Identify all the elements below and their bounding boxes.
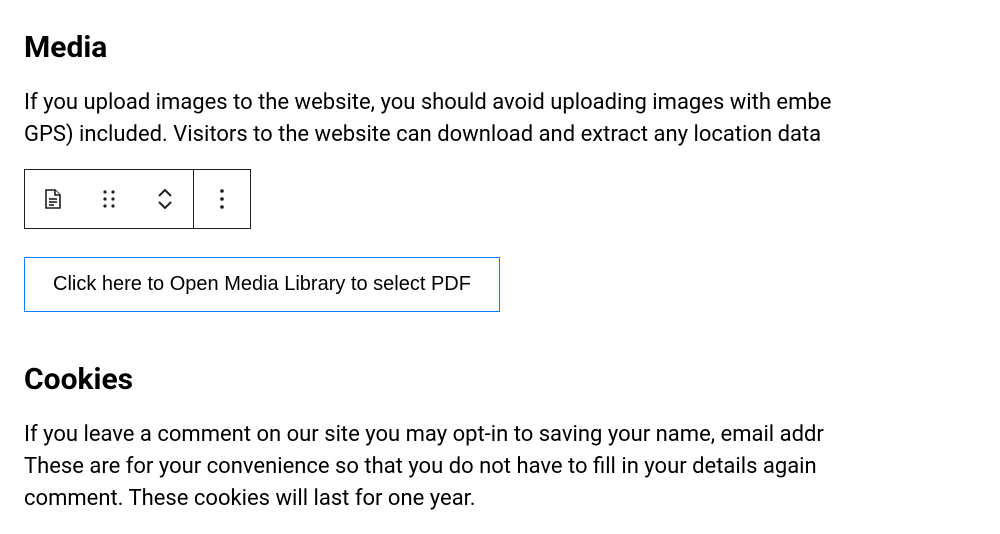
- toolbar-group-more: [193, 170, 250, 228]
- chevron-down-icon: [157, 200, 173, 210]
- open-media-library-button[interactable]: Click here to Open Media Library to sele…: [24, 257, 500, 312]
- media-paragraph: If you upload images to the website, you…: [24, 87, 976, 151]
- move-up-down-button[interactable]: [137, 170, 193, 228]
- cookies-paragraph-line: comment. These cookies will last for one…: [24, 483, 976, 515]
- cookies-paragraph-line: These are for your convenience so that y…: [24, 451, 976, 483]
- block-type-button[interactable]: [25, 170, 81, 228]
- more-options-button[interactable]: [194, 170, 250, 228]
- document-icon: [43, 188, 63, 210]
- toolbar-group-block-controls: [25, 170, 193, 228]
- cookies-paragraph-line: If you leave a comment on our site you m…: [24, 419, 976, 451]
- media-paragraph-line: If you upload images to the website, you…: [24, 87, 976, 119]
- media-paragraph-line: GPS) included. Visitors to the website c…: [24, 119, 976, 151]
- drag-handle-button[interactable]: [81, 170, 137, 228]
- cookies-paragraph: If you leave a comment on our site you m…: [24, 419, 976, 515]
- drag-handle-icon: [102, 189, 116, 209]
- cookies-heading: Cookies: [24, 362, 976, 397]
- chevron-up-icon: [157, 188, 173, 198]
- more-vertical-icon: [219, 188, 225, 210]
- block-toolbar: [24, 169, 251, 229]
- media-heading: Media: [24, 30, 976, 65]
